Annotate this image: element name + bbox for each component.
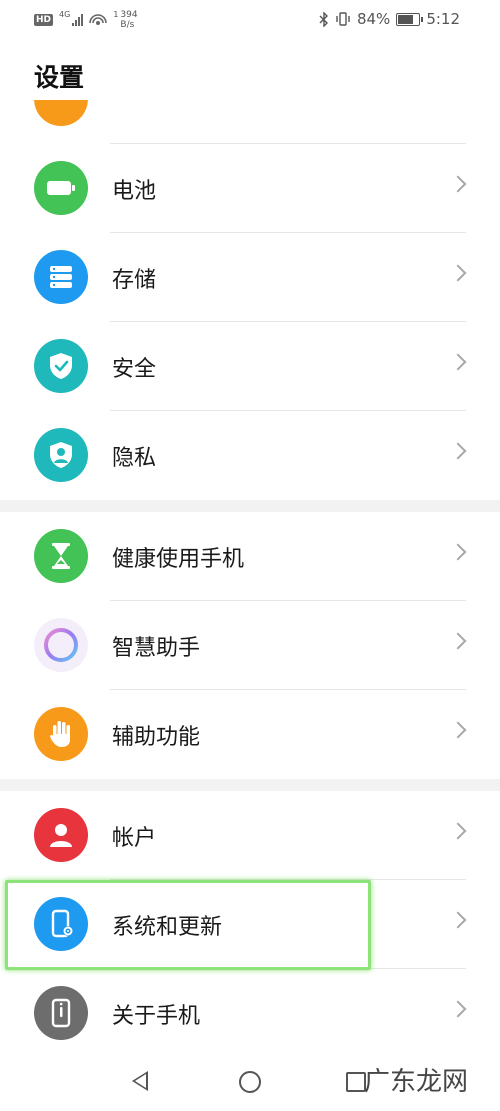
status-bar: HD 4G 1 394 B/s 84% 5:12 — [0, 0, 500, 38]
settings-item-label: 智慧助手 — [112, 635, 201, 661]
chevron-right-icon — [449, 353, 467, 371]
privacy-shield-icon — [34, 428, 88, 482]
shield-check-icon — [34, 339, 88, 393]
partial-list-item[interactable] — [0, 100, 500, 144]
settings-item-label: 电池 — [112, 178, 157, 204]
watermark: 广东龙网 — [364, 1067, 469, 1097]
settings-item-about-phone[interactable]: 关于手机 — [0, 969, 500, 1058]
settings-item-label: 帐户 — [112, 825, 157, 851]
sim-index: 1 — [113, 9, 119, 19]
chevron-right-icon — [449, 543, 467, 561]
settings-item-label: 关于手机 — [112, 1003, 201, 1029]
signal-icon — [72, 14, 84, 26]
chevron-right-icon — [449, 822, 467, 840]
group-separator — [0, 779, 500, 791]
chevron-right-icon — [449, 721, 467, 739]
back-icon[interactable] — [132, 1071, 148, 1091]
settings-item-security[interactable]: 安全 — [0, 322, 500, 411]
settings-item-accounts[interactable]: 帐户 — [0, 791, 500, 880]
bluetooth-icon — [319, 11, 328, 27]
battery-percent: 84% — [356, 10, 391, 28]
settings-item-label: 系统和更新 — [112, 914, 223, 940]
hd-badge: HD — [34, 14, 54, 26]
settings-item-label: 辅助功能 — [112, 724, 201, 750]
clock: 5:12 — [426, 10, 460, 28]
settings-item-system-update[interactable]: 系统和更新 — [0, 880, 500, 969]
settings-groups: 电池存储安全隐私健康使用手机 智慧助手辅助功能帐户系统和更新关于手机 — [0, 144, 500, 1058]
settings-item-label: 安全 — [112, 356, 157, 382]
speed-value: 394 — [120, 10, 138, 20]
settings-list: 电池存储安全隐私健康使用手机 智慧助手辅助功能帐户系统和更新关于手机 — [0, 100, 500, 1058]
navigation-bar: 广东龙网 — [0, 1053, 500, 1111]
chevron-right-icon — [449, 442, 467, 460]
phone-info-icon — [34, 986, 88, 1040]
group-separator — [0, 500, 500, 512]
chevron-right-icon — [449, 264, 467, 282]
hand-icon — [34, 707, 88, 761]
phone-gear-icon — [34, 897, 88, 951]
status-left: HD 4G 1 394 B/s — [34, 10, 138, 30]
partial-item-icon — [34, 100, 88, 126]
page-title: 设置 — [34, 63, 85, 92]
chevron-right-icon — [449, 1000, 467, 1018]
settings-item-storage[interactable]: 存储 — [0, 233, 500, 322]
settings-item-digital-balance[interactable]: 健康使用手机 — [0, 512, 500, 601]
settings-item-label: 健康使用手机 — [112, 546, 245, 572]
battery-icon — [34, 161, 88, 215]
settings-item-privacy[interactable]: 隐私 — [0, 411, 500, 500]
recent-apps-icon[interactable] — [346, 1072, 366, 1092]
settings-item-label: 隐私 — [112, 445, 157, 471]
settings-item-battery[interactable]: 电池 — [0, 144, 500, 233]
hotspot-icon — [89, 14, 108, 25]
storage-icon — [34, 250, 88, 304]
battery-level-icon — [396, 12, 424, 26]
settings-item-smart-assistant[interactable]: 智慧助手 — [0, 601, 500, 690]
chevron-right-icon — [449, 632, 467, 650]
speed-unit: B/s — [120, 20, 135, 30]
settings-item-label: 存储 — [112, 267, 157, 293]
vibrate-icon — [336, 12, 350, 26]
status-right: 84% 5:12 — [319, 10, 460, 28]
user-icon — [34, 808, 88, 862]
chevron-right-icon — [449, 175, 467, 193]
hourglass-icon — [34, 529, 88, 583]
settings-item-accessibility[interactable]: 辅助功能 — [0, 690, 500, 779]
chevron-right-icon — [449, 911, 467, 929]
network-speed: 394 B/s — [120, 10, 137, 30]
home-icon[interactable] — [239, 1071, 261, 1093]
network-type: 4G — [59, 9, 71, 19]
assistant-ring-icon — [34, 618, 88, 672]
